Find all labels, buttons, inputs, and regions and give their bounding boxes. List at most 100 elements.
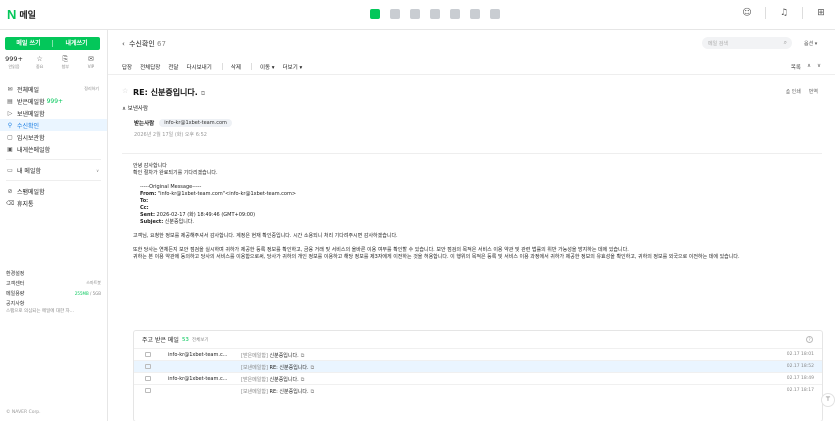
open-new-window-icon[interactable]: ⧉ [311,365,315,371]
star-icon[interactable]: ☆ [122,87,128,95]
recipient-row: 받는사람 info-kr@1xbet-team.com [122,118,822,128]
sidebar-item-spam[interactable]: ⊘ 스팸메일함 [0,185,107,197]
recipient-chip[interactable]: info-kr@1xbet-team.com [159,119,232,127]
mail-time: 02.17 18:49 [786,376,814,381]
open-new-window-icon[interactable]: ⧉ [301,377,305,383]
chat-icon[interactable]: ☺ [741,7,753,19]
organize-link[interactable]: 정리하기 [84,86,99,92]
sidebar-item-sent[interactable]: ▷ 보낸메일함 [0,107,107,119]
related-mail-header: 주고 받은 메일 53 전체보기 ? [134,331,822,348]
help-icon[interactable]: ? [806,336,813,343]
envelope-icon [145,388,151,393]
office-app-icon[interactable] [470,9,480,19]
sender-toggle[interactable]: ∧ 보낸사람 [122,104,822,114]
bell-icon[interactable]: ♫ [778,7,790,19]
list-item[interactable]: info-kr@1xbet-team.c... [받은메일함] 신분증입니다. ⧉… [134,372,822,384]
mail-header: ‹ 수신확인 67 메일 검색 ⌕ 옵션 ▾ [108,30,835,55]
mail-toolbar: 답장 전체답장 전달 다시보내기 삭제 이동 ▾ 더보기 ▾ 목록 ∧ ∨ [108,59,835,75]
open-new-window-icon[interactable]: ⧉ [311,389,315,395]
sidebar: 메일 쓰기 내게쓰기 999+ 안읽음 ☆ 중요 ⎘ 첨부 ✉ VIP ✉ 전체… [0,30,108,421]
sidebar-item-read-receipt[interactable]: ⚲ 수신확인 [0,119,107,131]
top-right-tools: ☺ ♫ ⊞ [741,7,827,19]
naver-mail-logo[interactable]: N 메일 [7,8,36,22]
customer-center-label: 고객센터 [6,280,25,287]
chevron-down-icon[interactable]: ∨ [96,168,99,173]
sidebar-item-label: 보낸메일함 [17,110,45,118]
sidebar-item-label: 휴지통 [17,200,34,208]
smartbot-link[interactable]: 스마트봇 [86,280,101,286]
calendar-app-icon[interactable] [390,9,400,19]
sidebar-item-trash[interactable]: ⌫ 휴지통 [0,197,107,209]
vip-label: VIP [87,64,95,69]
list-button[interactable]: 목록 [791,63,801,71]
delete-button[interactable]: 삭제 [231,63,241,71]
important-filter[interactable]: ☆ 중요 [31,55,49,70]
mail-subject: [보낸메일함] RE: 신분증입니다. ⧉ [241,364,314,371]
attachment-filter[interactable]: ⎘ 첨부 [56,55,74,70]
open-new-window-icon[interactable]: ⧉ [201,90,205,97]
unread-filter[interactable]: 999+ 안읽음 [5,55,23,70]
write-to-self-button[interactable]: 내게쓰기 [53,37,100,50]
subject-row: ☆ RE: 신분증입니다. ⧉ ⎙ 인쇄 번역 [122,86,822,98]
search-input[interactable]: 메일 검색 ⌕ [702,37,792,49]
search-options-dropdown[interactable]: 옵션 ▾ [804,40,817,47]
move-dropdown[interactable]: 이동 ▾ [260,63,275,71]
important-label: 중요 [35,64,44,69]
sidebar-item-label: 내게쓴메일함 [17,146,51,154]
mail-subject: RE: 신분증입니다. ⧉ [133,87,205,98]
original-sent-key: Sent: [140,212,155,218]
mail-app-icon[interactable] [370,9,380,19]
related-mail-title: 주고 받은 메일 [142,337,179,344]
original-from-value: "info-kr@1xbet-team.com"<info-kr@1xbet-t… [156,191,297,197]
translate-button[interactable]: 번역 [809,88,818,95]
memo-app-icon[interactable] [450,9,460,19]
reply-button[interactable]: 답장 [122,63,132,71]
open-new-window-icon[interactable]: ⧉ [301,353,305,359]
folder-icon: ▭ [7,166,13,174]
original-to-key: To: [140,198,149,204]
sidebar-item-drafts[interactable]: ▢ 임시보관함 [0,131,107,143]
write-mail-button[interactable]: 메일 쓰기 [5,37,52,50]
mail-subject: [받은메일함] 신분증입니다. ⧉ [241,352,304,359]
notice-row[interactable]: 공지사항 [6,298,101,308]
customer-center-row[interactable]: 고객센터 스마트봇 [6,278,101,288]
mail-subject-text: RE: 신분증입니다. [269,389,309,395]
sidebar-item-inbox[interactable]: ▤ 받은메일함 999+ [0,95,107,107]
sidebar-item-label: 받은메일함 [17,98,45,106]
related-mail-panel: 주고 받은 메일 53 전체보기 ? info-kr@1xbet-team.c.… [133,330,823,421]
drive-app-icon[interactable] [430,9,440,19]
star-icon: ☆ [36,55,43,63]
resend-button[interactable]: 다시보내기 [187,63,212,71]
list-item[interactable]: [보낸메일함] RE: 신분증입니다. ⧉ 02.17 18:52 [134,360,822,372]
sidebar-item-my-mailbox[interactable]: ▭ 내 메일함 ∨ [0,164,107,176]
reply-all-button[interactable]: 전체답장 [140,63,160,71]
sidebar-item-all-mail[interactable]: ✉ 전체메일 정리하기 [0,83,107,95]
list-item[interactable]: [보낸메일함] RE: 신분증입니다. ⧉ 02.17 18:17 [134,384,822,396]
forward-button[interactable]: 전달 [168,63,178,71]
body-paragraph: 또한 당사는 연체든지 보안 점검을 실시하며 귀하가 제공한 등록 정보를 확… [133,247,629,253]
search-icon[interactable]: ⌕ [784,39,787,47]
grid-icon[interactable]: ⊞ [815,7,827,19]
contacts-app-icon[interactable] [410,9,420,19]
vip-icon: ✉ [88,55,94,63]
copyright: © NAVER Corp. [6,410,41,415]
mail-time: 02.17 18:01 [786,352,814,357]
view-all-link[interactable]: 전체보기 [192,337,209,343]
mail-subject-text: RE: 신분증입니다. [133,88,198,97]
print-button[interactable]: ⎙ 인쇄 [786,88,801,95]
chevron-down-icon[interactable]: ∨ [817,63,821,71]
sidebar-item-label: 임시보관함 [17,134,45,142]
list-item[interactable]: info-kr@1xbet-team.c... [받은메일함] 신분증입니다. ⧉… [134,348,822,360]
paperclip-icon: ⎘ [62,55,69,63]
chevron-up-icon[interactable]: ∧ [807,63,811,71]
settings-link[interactable]: 환경설정 [6,268,101,278]
vip-filter[interactable]: ✉ VIP [82,55,100,70]
scroll-to-top-button[interactable]: ⊤ [821,393,835,407]
original-cc: Cc: [140,205,823,212]
more-dropdown[interactable]: 더보기 ▾ [283,63,303,71]
notice-text[interactable]: 스팸으로 의심되는 메일에 대한 자... [6,308,101,314]
back-to-list[interactable]: ‹ 수신확인 67 [122,39,166,49]
more-app-icon[interactable] [490,9,500,19]
sidebar-item-self-mail[interactable]: ▣ 내게쓴메일함 [0,143,107,155]
mail-view: ‹ 수신확인 67 메일 검색 ⌕ 옵션 ▾ 답장 전체답장 전달 다시보내기 … [108,30,835,421]
